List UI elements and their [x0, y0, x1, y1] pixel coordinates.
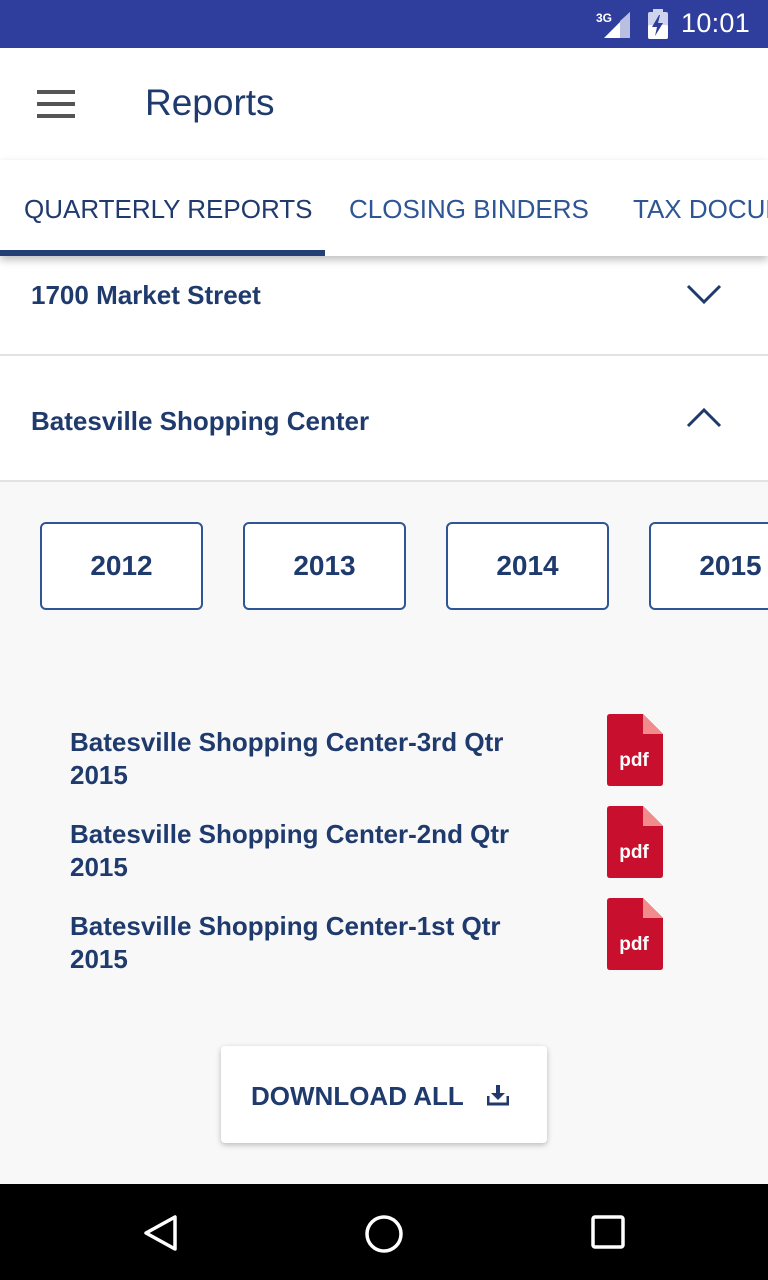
tab-tax-documents[interactable]: TAX DOCUMENTS — [633, 194, 768, 225]
pdf-file-icon[interactable]: pdf — [607, 898, 663, 970]
property-row-batesville-shopping-center[interactable]: Batesville Shopping Center — [0, 356, 768, 482]
property-name: Batesville Shopping Center — [31, 406, 370, 436]
tab-bar: QUARTERLY REPORTS CLOSING BINDERS TAX DO… — [0, 160, 768, 256]
year-button-2015[interactable]: 2015 — [649, 522, 768, 610]
recent-apps-icon[interactable] — [590, 1214, 626, 1250]
year-button-2014[interactable]: 2014 — [446, 522, 609, 610]
pdf-label: pdf — [619, 842, 649, 863]
report-title[interactable]: Batesville Shopping Center-3rd Qtr 2015 — [70, 726, 540, 792]
report-item[interactable]: Batesville Shopping Center-3rd Qtr 2015 … — [70, 714, 670, 806]
back-icon[interactable] — [142, 1214, 180, 1252]
download-icon — [487, 1085, 509, 1106]
pdf-label: pdf — [619, 750, 649, 771]
system-navigation-bar — [0, 1184, 768, 1280]
property-name: 1700 Market Street — [31, 280, 261, 310]
download-all-button[interactable]: DOWNLOAD ALL — [221, 1046, 547, 1143]
year-button-2013[interactable]: 2013 — [243, 522, 406, 610]
chevron-up-icon[interactable] — [684, 406, 724, 430]
tab-closing-binders[interactable]: CLOSING BINDERS — [349, 194, 589, 225]
pdf-file-icon[interactable]: pdf — [607, 806, 663, 878]
network-type-label: 3G — [596, 11, 612, 25]
pdf-file-icon[interactable]: pdf — [607, 714, 663, 786]
tab-quarterly-reports[interactable]: QUARTERLY REPORTS — [24, 194, 313, 225]
battery-charging-icon — [648, 9, 668, 39]
active-tab-indicator — [0, 250, 325, 256]
year-button-2012[interactable]: 2012 — [40, 522, 203, 610]
status-time: 10:01 — [681, 8, 751, 38]
page-title: Reports — [145, 82, 275, 123]
report-item[interactable]: Batesville Shopping Center-2nd Qtr 2015 … — [70, 806, 670, 898]
home-icon[interactable] — [364, 1214, 404, 1254]
report-title[interactable]: Batesville Shopping Center-2nd Qtr 2015 — [70, 818, 540, 884]
pdf-label: pdf — [619, 934, 649, 955]
hamburger-menu-icon[interactable] — [34, 88, 78, 120]
status-bar: 3G 10:01 — [0, 0, 768, 48]
app-bar: Reports — [0, 48, 768, 160]
report-title[interactable]: Batesville Shopping Center-1st Qtr 2015 — [70, 910, 540, 976]
property-detail-panel: 2012 2013 2014 2015 Batesville Shopping … — [0, 482, 768, 1184]
chevron-down-icon[interactable] — [684, 282, 724, 306]
cell-signal-3g-icon: 3G — [596, 11, 630, 38]
report-item[interactable]: Batesville Shopping Center-1st Qtr 2015 … — [70, 898, 670, 990]
download-all-label: DOWNLOAD ALL — [251, 1081, 464, 1111]
